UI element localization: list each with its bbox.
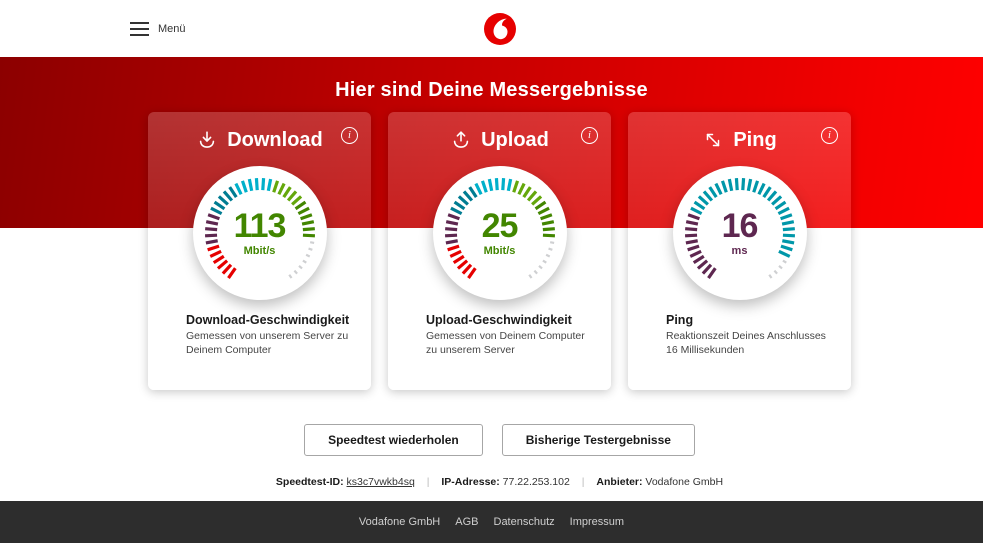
ping-icon [702,129,724,151]
repeat-speedtest-button[interactable]: Speedtest wiederholen [304,424,483,456]
ping-gauge: 16 ms [670,163,810,303]
top-header: Menü [0,0,999,57]
card-title: Ping [733,128,777,151]
page-title: Hier sind Deine Messergebnisse [335,79,648,101]
upload-card: Upload i 25 Mbit/s Upload-Geschwindigkei… [388,112,611,390]
info-icon[interactable]: i [821,127,838,144]
footer-link-vodafone[interactable]: Vodafone GmbH [359,516,440,528]
previous-results-button[interactable]: Bisherige Testergebnisse [501,424,695,456]
speedtest-id-value[interactable]: ks3c7vwkb4sq [347,476,415,488]
info-icon[interactable]: i [341,127,358,144]
separator: | [581,476,585,488]
provider-label: Anbieter: [596,476,643,488]
ping-card: Ping i 16 ms Ping Reaktionszeit Deines A… [628,112,851,390]
speedtest-id-label: Speedtest-ID: [275,476,344,488]
download-value: 113 [233,207,287,245]
action-buttons: Speedtest wiederholen Bisherige Testerge… [0,424,999,456]
download-icon [196,129,218,151]
card-subtitle: Download-Geschwindigkeit [186,313,350,327]
card-description: Reaktionszeit Deines Anschlusses 16 Mill… [666,330,826,357]
download-card: Download i 113 Mbit/s Download-Geschwind… [148,112,371,390]
footer-link-impressum[interactable]: Impressum [570,516,624,528]
card-title: Upload [481,128,549,151]
upload-value: 25 [481,207,519,245]
result-cards: Download i 113 Mbit/s Download-Geschwind… [0,112,999,390]
ip-value: 77.22.253.102 [502,476,570,488]
upload-gauge: 25 Mbit/s [430,163,570,303]
results-hero: Hier sind Deine Messergebnisse Download … [0,57,983,390]
footer-link-agb[interactable]: AGB [455,516,478,528]
test-meta: Speedtest-ID: ks3c7vwkb4sq | IP-Adresse:… [0,476,999,488]
ping-unit: ms [731,245,748,257]
upload-icon [450,129,472,151]
card-subtitle: Upload-Geschwindigkeit [426,313,572,327]
menu-button[interactable]: Menü [130,21,186,36]
card-description: Gemessen von unserem Server zu Deinem Co… [186,330,349,357]
upload-unit: Mbit/s [483,245,516,257]
download-gauge: 113 Mbit/s [190,163,330,303]
download-unit: Mbit/s [243,245,276,257]
vodafone-logo-icon[interactable] [483,12,516,45]
menu-label: Menü [158,22,186,35]
ip-label: IP-Adresse: [441,476,500,488]
hamburger-icon [130,21,149,36]
card-title: Download [227,128,323,151]
card-subtitle: Ping [666,313,694,327]
provider-value: Vodafone GmbH [645,476,724,488]
info-icon[interactable]: i [581,127,598,144]
ping-value: 16 [721,207,759,245]
card-description: Gemessen von Deinem Computer zu unserem … [426,330,585,357]
footer-link-datenschutz[interactable]: Datenschutz [494,516,555,528]
separator: | [426,476,430,488]
page-footer: Vodafone GmbH AGB Datenschutz Impressum [0,501,983,543]
